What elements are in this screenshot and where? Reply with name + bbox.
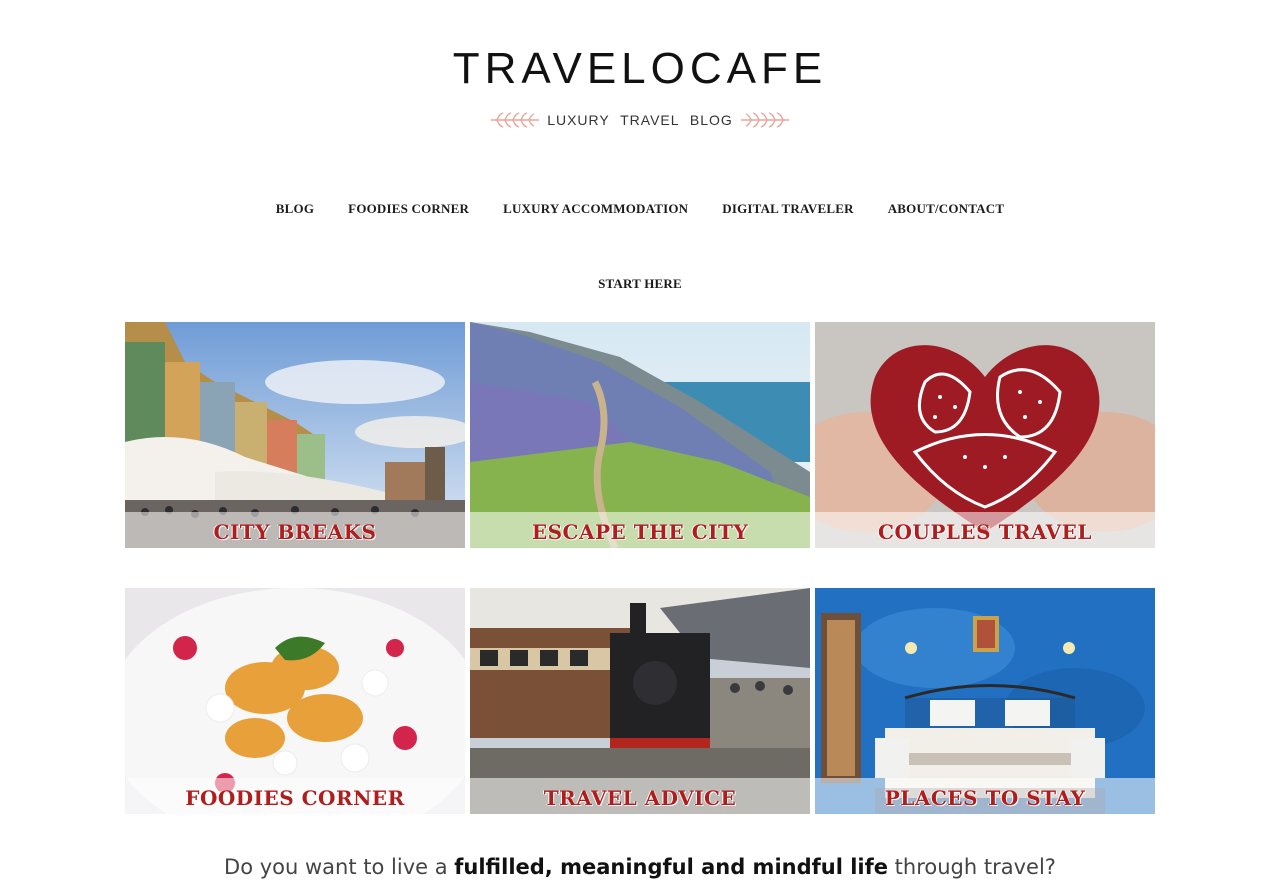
tile-label: TRAVEL ADVICE (543, 786, 737, 810)
tagline-row: LUXURY TRAVEL BLOG (0, 110, 1280, 130)
intro-text: Do you want to live a fulfilled, meaning… (0, 855, 1280, 879)
site-logo[interactable]: TRAVELOCAFE (0, 44, 1280, 94)
nav-foodies-corner[interactable]: FOODIES CORNER (348, 201, 469, 217)
nav-luxury-accommodation[interactable]: LUXURY ACCOMMODATION (503, 201, 688, 217)
intro-text-before: Do you want to live a (224, 855, 455, 879)
tile-city-breaks[interactable]: CITY BREAKS (125, 322, 465, 548)
nav-digital-traveler[interactable]: DIGITAL TRAVELER (722, 201, 853, 217)
nav-start-here[interactable]: START HERE (598, 276, 682, 292)
tile-couples-travel[interactable]: COUPLES TRAVEL (815, 322, 1155, 548)
left-sprig-icon (491, 112, 540, 128)
tile-label: FOODIES CORNER (185, 786, 405, 810)
main-nav: BLOG FOODIES CORNER LUXURY ACCOMMODATION… (0, 201, 1280, 217)
tile-escape-the-city[interactable]: ESCAPE THE CITY (470, 322, 810, 548)
nav-blog[interactable]: BLOG (276, 201, 314, 217)
intro-text-after: through travel? (888, 855, 1056, 879)
tile-travel-advice[interactable]: TRAVEL ADVICE (470, 588, 810, 814)
tile-label: ESCAPE THE CITY (531, 520, 749, 544)
right-sprig-icon (740, 112, 789, 128)
intro-text-highlight: fulfilled, meaningful and mindful life (454, 855, 888, 879)
tile-foodies-corner[interactable]: FOODIES CORNER (125, 588, 465, 814)
tile-label: COUPLES TRAVEL (878, 520, 1092, 544)
tile-label: PLACES TO STAY (884, 786, 1086, 810)
site-tagline: LUXURY TRAVEL BLOG (547, 112, 733, 128)
tile-places-to-stay[interactable]: PLACES TO STAY (815, 588, 1155, 814)
main-nav-second-row: START HERE (0, 276, 1280, 292)
nav-about-contact[interactable]: ABOUT/CONTACT (888, 201, 1004, 217)
tile-label: CITY BREAKS (213, 520, 377, 544)
